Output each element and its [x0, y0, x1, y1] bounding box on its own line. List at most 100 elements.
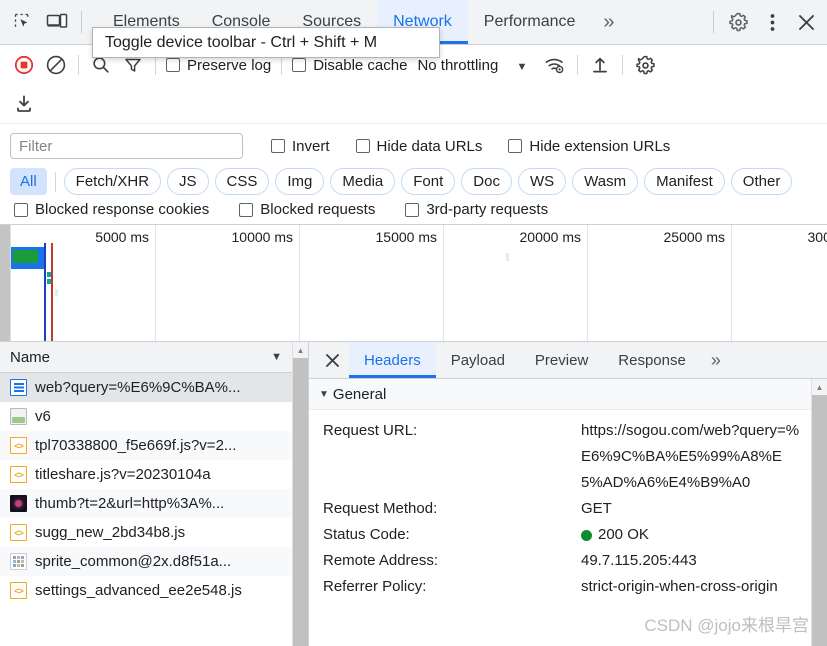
pill-label: CSS	[226, 173, 258, 190]
network-settings-gear-icon[interactable]	[629, 49, 661, 81]
request-name: thumb?t=2&url=http%3A%...	[35, 495, 225, 512]
throttling-dropdown[interactable]: No throttling ▼	[417, 57, 527, 74]
timeline-tick-label: 15000 ms	[375, 229, 437, 245]
blocked-requests-checkbox[interactable]: Blocked requests	[235, 201, 379, 218]
device-toolbar-icon[interactable]	[40, 5, 74, 39]
tab-preview[interactable]: Preview	[520, 342, 603, 378]
scroll-up-arrow-icon[interactable]: ▲	[812, 379, 827, 395]
filter-checkbox-group: Invert Hide data URLs Hide extension URL…	[267, 138, 674, 155]
field-key: Remote Address:	[323, 552, 439, 569]
third-party-requests-checkbox[interactable]: 3rd-party requests	[401, 201, 552, 218]
tab-label: Headers	[364, 351, 421, 369]
preserve-log-checkbox[interactable]: Preserve log	[162, 57, 275, 74]
details-scrollbar[interactable]: ▲	[811, 379, 827, 646]
tab-label: Payload	[450, 351, 505, 369]
filter-pill-media[interactable]: Media	[330, 168, 396, 195]
request-list-scrollbar[interactable]: ▲	[292, 342, 308, 646]
headers-content: ▼ General Request URL: https://sogou.com…	[309, 379, 811, 646]
thumbnail-image-icon	[10, 495, 27, 512]
more-tabs-label: »	[603, 10, 615, 33]
export-har-download-icon[interactable]	[8, 88, 40, 120]
gear-icon[interactable]	[721, 5, 755, 39]
tabbar-actions	[706, 5, 827, 39]
table-row[interactable]: <> tpl70338800_f5e669f.js?v=2...	[0, 431, 292, 460]
resource-type-filters: All Fetch/XHR JS CSS Img Media Font Doc …	[0, 166, 827, 199]
clear-network-log-icon[interactable]	[40, 49, 72, 81]
inspect-element-icon[interactable]	[6, 5, 40, 39]
more-tabs-icon[interactable]: »	[591, 0, 626, 44]
network-timeline-overview[interactable]: 5000 ms 10000 ms 15000 ms 20000 ms 25000…	[0, 225, 827, 342]
filter-pill-js[interactable]: JS	[167, 168, 209, 195]
request-details-pane: Headers Payload Preview Response » ▼ Gen…	[309, 342, 827, 646]
general-fields-list: Request URL: https://sogou.com/web?query…	[309, 410, 811, 600]
field-value[interactable]: https://sogou.com/web?query=%E6%9C%BA%E5…	[581, 418, 801, 496]
filter-pill-doc[interactable]: Doc	[461, 168, 512, 195]
checkbox-box	[166, 58, 180, 72]
tab-label: Performance	[483, 13, 576, 30]
checkbox-box	[14, 202, 28, 217]
sort-chevron-down-icon[interactable]: ▼	[271, 351, 282, 363]
tab-response[interactable]: Response	[603, 342, 701, 378]
filter-pill-manifest[interactable]: Manifest	[644, 168, 725, 195]
throttling-label: No throttling	[417, 56, 499, 74]
field-remote-address: Remote Address: 49.7.115.205:443	[309, 548, 811, 574]
table-row[interactable]: thumb?t=2&url=http%3A%...	[0, 489, 292, 518]
table-row[interactable]: <> titleshare.js?v=20230104a	[0, 460, 292, 489]
disable-cache-checkbox[interactable]: Disable cache	[288, 57, 411, 74]
table-row[interactable]: v6	[0, 402, 292, 431]
close-icon[interactable]	[789, 5, 823, 39]
three-dot-menu-icon[interactable]	[755, 5, 789, 39]
scrollbar-thumb[interactable]	[812, 395, 827, 646]
filter-pill-other[interactable]: Other	[730, 168, 793, 195]
preserve-log-label: Preserve log	[187, 56, 272, 74]
close-details-icon[interactable]	[315, 342, 349, 378]
table-row[interactable]: sprite_common@2x.d8f51a...	[0, 547, 292, 576]
pill-divider	[54, 171, 56, 192]
script-file-icon: <>	[10, 466, 27, 483]
scroll-up-arrow-icon[interactable]: ▲	[293, 342, 308, 358]
checkbox-box	[508, 139, 523, 153]
request-name: tpl70338800_f5e669f.js?v=2...	[35, 437, 237, 454]
tab-label: Preview	[534, 351, 589, 369]
script-file-icon: <>	[10, 437, 27, 454]
table-row[interactable]: <> sugg_new_2bd34b8.js	[0, 518, 292, 547]
scrollbar-thumb[interactable]	[293, 358, 308, 646]
toolbar-divider	[713, 11, 714, 33]
network-conditions-icon[interactable]	[539, 49, 571, 81]
filter-pill-fetch-xhr[interactable]: Fetch/XHR	[63, 168, 162, 195]
timeline-gridline	[299, 225, 300, 341]
invert-checkbox[interactable]: Invert	[267, 138, 334, 155]
overview-canvas[interactable]: 5000 ms 10000 ms 15000 ms 20000 ms 25000…	[11, 225, 827, 341]
timeline-tick-label: 10000 ms	[231, 229, 293, 245]
filter-pill-wasm[interactable]: Wasm	[572, 168, 639, 195]
section-title: General	[332, 385, 387, 403]
hide-data-urls-checkbox[interactable]: Hide data URLs	[352, 138, 487, 155]
chevron-down-icon: ▼	[319, 388, 329, 400]
request-list[interactable]: web?query=%E6%9C%BA%... v6 <> tpl7033880…	[0, 373, 292, 646]
filter-input[interactable]	[10, 133, 243, 159]
pill-label: Doc	[473, 173, 500, 190]
request-list-header[interactable]: Name ▼	[0, 342, 292, 373]
more-details-tabs-icon[interactable]: »	[701, 342, 731, 378]
filter-pill-img[interactable]: Img	[275, 168, 325, 195]
general-section-header[interactable]: ▼ General	[309, 379, 811, 410]
filter-pill-font[interactable]: Font	[401, 168, 456, 195]
field-value: 49.7.115.205:443	[581, 552, 697, 569]
tab-payload[interactable]: Payload	[436, 342, 520, 378]
record-stop-icon[interactable]	[8, 49, 40, 81]
hide-extension-urls-checkbox[interactable]: Hide extension URLs	[504, 138, 674, 155]
blocked-response-cookies-checkbox[interactable]: Blocked response cookies	[10, 201, 213, 218]
script-file-icon: <>	[10, 582, 27, 599]
request-name: settings_advanced_ee2e548.js	[35, 582, 242, 599]
field-key: Referrer Policy:	[323, 578, 427, 595]
filter-pill-all[interactable]: All	[10, 168, 47, 195]
table-row[interactable]: web?query=%E6%9C%BA%...	[0, 373, 292, 402]
filter-pill-ws[interactable]: WS	[517, 168, 567, 195]
field-request-method: Request Method: GET	[309, 496, 811, 522]
field-key: Request Method:	[323, 500, 438, 517]
import-har-icon[interactable]	[584, 49, 616, 81]
filter-pill-css[interactable]: CSS	[214, 168, 270, 195]
table-row[interactable]: <> settings_advanced_ee2e548.js	[0, 576, 292, 605]
tab-headers[interactable]: Headers	[349, 342, 436, 378]
tab-performance[interactable]: Performance	[468, 0, 592, 44]
